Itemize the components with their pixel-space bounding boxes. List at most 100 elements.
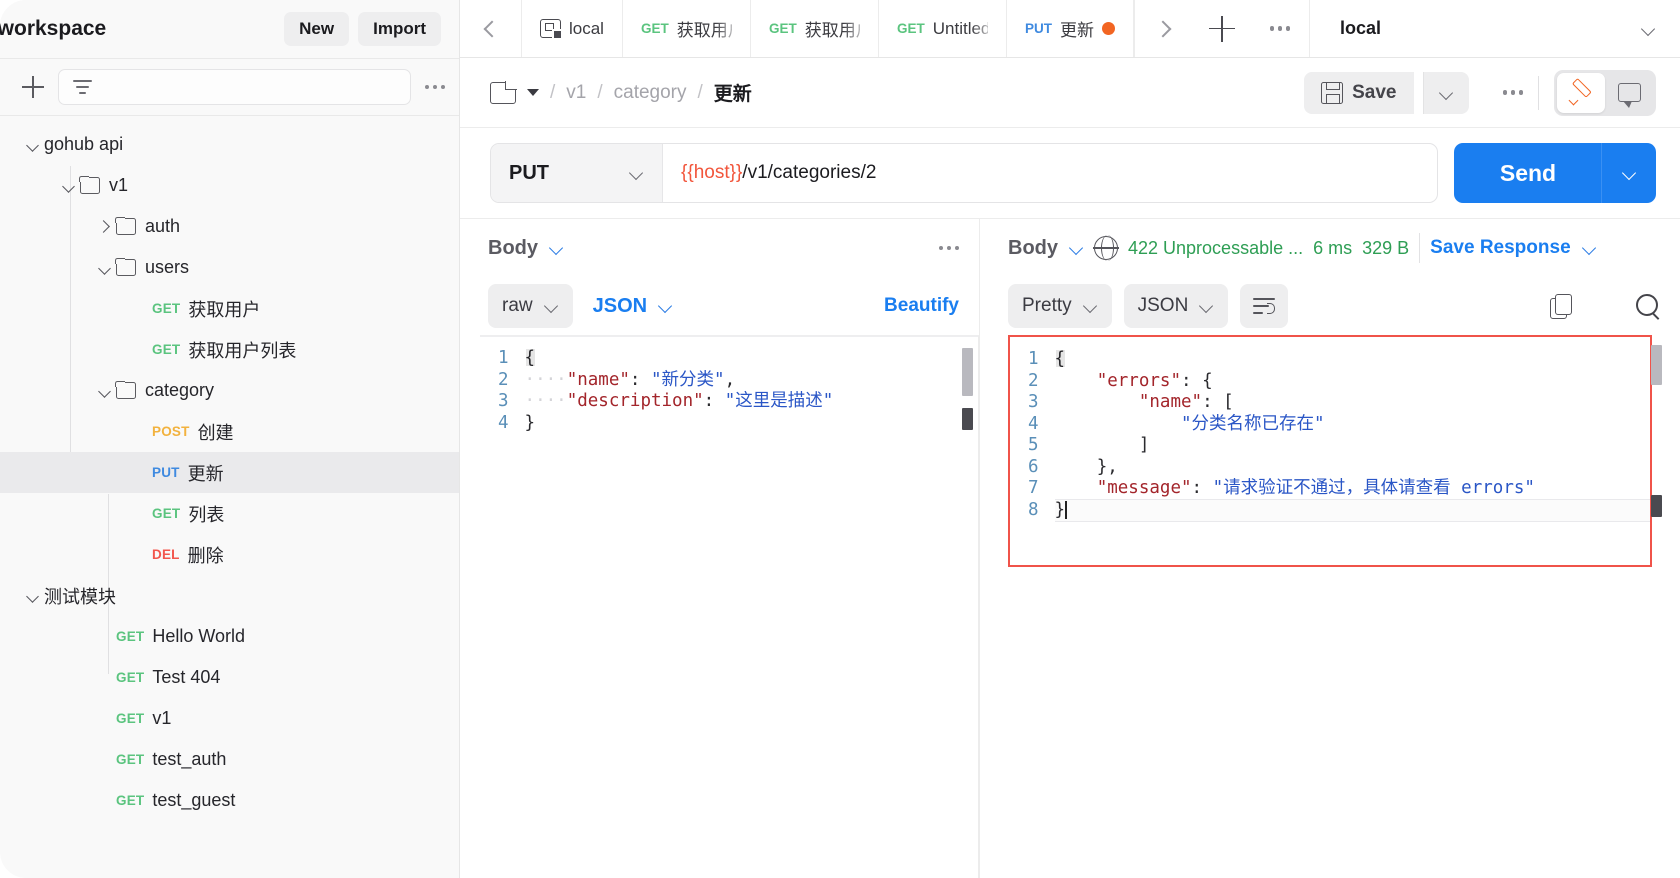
json-punct: ] xyxy=(1138,435,1150,455)
chevron-down-icon[interactable] xyxy=(94,257,116,279)
tabs-scroll-left-button[interactable] xyxy=(460,0,522,57)
save-response-button[interactable]: Save Response xyxy=(1430,237,1570,259)
beautify-button[interactable]: Beautify xyxy=(884,295,959,317)
url-input[interactable]: {{host}}/v1/categories/2 xyxy=(663,144,1437,202)
unsaved-indicator-icon[interactable] xyxy=(1101,22,1115,35)
tab[interactable]: local xyxy=(522,0,623,57)
edit-mode-button[interactable] xyxy=(1557,72,1605,113)
indent-guide: ···· xyxy=(524,369,567,390)
folder-icon xyxy=(115,381,136,399)
tab[interactable]: GET 获取用户列表 xyxy=(751,0,879,57)
request-code[interactable]: {····"name": "新分类", ····"description": "这… xyxy=(523,348,979,878)
tree-item[interactable]: GET v1 xyxy=(0,698,459,739)
line-number: 7 xyxy=(1028,478,1039,498)
tree-item[interactable]: 测试模块 xyxy=(0,575,459,616)
chevron-down-icon[interactable] xyxy=(1068,240,1084,256)
scrollbar-thumb[interactable] xyxy=(1651,345,1662,385)
indent-guide xyxy=(1139,414,1181,434)
request-pane-more-button[interactable] xyxy=(938,245,959,251)
search-icon[interactable] xyxy=(1636,294,1660,318)
code-line: { xyxy=(1055,349,1650,371)
response-format-select[interactable]: JSON xyxy=(1123,284,1229,328)
tree-item[interactable]: PUT 更新 xyxy=(0,452,459,493)
chevron-down-icon[interactable] xyxy=(58,175,80,197)
body-format-select[interactable]: JSON xyxy=(585,295,681,318)
send-dropdown-button[interactable] xyxy=(1601,143,1656,203)
tree-item[interactable]: GET 获取用户 xyxy=(0,288,459,329)
scrollbar-thumb-2[interactable] xyxy=(1651,495,1662,517)
json-key: "name" xyxy=(566,369,630,390)
response-code[interactable]: { "errors": { "name": [ "分类名称已存在" ] }, "… xyxy=(1053,349,1650,565)
add-icon[interactable] xyxy=(22,76,44,98)
folder-icon[interactable] xyxy=(490,80,517,104)
tree-item[interactable]: gohub api xyxy=(0,124,459,165)
tab[interactable]: GET Untitled xyxy=(879,0,1007,57)
tree-item[interactable]: GET 列表 xyxy=(0,493,459,534)
tree-item[interactable]: GET Test 404 xyxy=(0,657,459,698)
tree-item-label: v1 xyxy=(152,708,172,728)
chevron-right-icon[interactable] xyxy=(94,216,116,238)
response-body-tab[interactable]: Body xyxy=(1008,237,1058,260)
method-select[interactable]: PUT xyxy=(491,144,663,202)
response-scrollbar[interactable] xyxy=(1651,345,1662,545)
environment-selector[interactable]: local xyxy=(1308,0,1680,57)
method-badge: GET xyxy=(152,342,181,357)
chevron-down-icon[interactable] xyxy=(94,380,116,402)
tab[interactable]: GET 获取用户 xyxy=(623,0,751,57)
caret-down-icon[interactable] xyxy=(527,89,539,96)
indent-guide xyxy=(1055,371,1097,391)
url-path: /v1/categories/2 xyxy=(742,162,877,183)
tree-item[interactable]: users xyxy=(0,247,459,288)
json-punct: : xyxy=(1202,392,1224,412)
tree-item[interactable]: GET 获取用户列表 xyxy=(0,329,459,370)
request-body-tab[interactable]: Body xyxy=(488,237,538,260)
filter-input[interactable] xyxy=(58,69,411,105)
request-editor-scrollbar[interactable] xyxy=(962,348,973,870)
import-button[interactable]: Import xyxy=(358,12,441,46)
chevron-down-icon[interactable] xyxy=(22,585,44,607)
chevron-down-icon[interactable] xyxy=(22,134,44,156)
tab-bar-more-button[interactable] xyxy=(1251,0,1309,58)
tabs-scroll-right-button[interactable] xyxy=(1135,0,1193,58)
tree-item[interactable]: GET test_guest xyxy=(0,780,459,821)
save-dropdown-button[interactable] xyxy=(1422,71,1469,114)
breadcrumb-segment-v1[interactable]: v1 xyxy=(566,82,586,104)
response-view-select[interactable]: Pretty xyxy=(1008,284,1112,328)
comment-mode-button[interactable] xyxy=(1605,73,1653,113)
request-more-button[interactable] xyxy=(1502,90,1523,95)
json-punct: , xyxy=(724,369,736,390)
send-button[interactable]: Send xyxy=(1454,143,1602,203)
tree-item[interactable]: category xyxy=(0,370,459,411)
chevron-down-icon[interactable] xyxy=(548,240,564,256)
copy-icon[interactable] xyxy=(1550,294,1572,319)
word-wrap-button[interactable] xyxy=(1240,284,1289,328)
tree-item[interactable]: v1 xyxy=(0,165,459,206)
tree-item[interactable]: GET Hello World xyxy=(0,616,459,657)
scrollbar-thumb[interactable] xyxy=(962,348,973,396)
json-punct: } xyxy=(524,412,536,433)
tree-item-label: 列表 xyxy=(188,504,225,525)
scrollbar-thumb-2[interactable] xyxy=(962,408,973,430)
response-body-editor[interactable]: 12345678 { "errors": { "name": [ "分类名称已存… xyxy=(1008,335,1652,567)
request-body-editor[interactable]: 1234 {····"name": "新分类", ····"description… xyxy=(480,335,979,878)
tree-item[interactable]: auth xyxy=(0,206,459,247)
body-type-select[interactable]: raw xyxy=(488,284,573,328)
tree-item[interactable]: POST 创建 xyxy=(0,411,459,452)
tree-item[interactable]: DEL 删除 xyxy=(0,534,459,575)
tree-item-label: v1 xyxy=(109,175,129,195)
tree-item[interactable]: GET test_auth xyxy=(0,739,459,780)
json-string: "分类名称已存在" xyxy=(1181,413,1325,434)
new-tab-button[interactable] xyxy=(1193,0,1251,58)
new-button[interactable]: New xyxy=(284,12,350,46)
apifox-window: i workspace New Import gohub api v1 auth us… xyxy=(0,0,1680,878)
tab-active[interactable]: PUT 更新 xyxy=(1007,0,1134,57)
save-button[interactable]: Save xyxy=(1304,71,1414,114)
indent-guide: ···· xyxy=(524,391,567,411)
breadcrumb-segment-category[interactable]: category xyxy=(614,82,687,104)
sidebar-more-icon[interactable] xyxy=(424,84,445,90)
globe-icon[interactable] xyxy=(1093,235,1119,261)
chevron-down-icon[interactable] xyxy=(1581,240,1597,256)
folder-icon xyxy=(115,217,136,235)
